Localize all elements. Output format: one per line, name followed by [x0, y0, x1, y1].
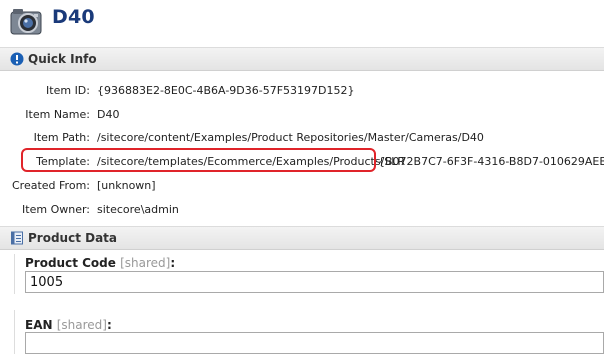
created-from-value: [unknown]: [97, 179, 156, 192]
ean-colon: :: [106, 318, 112, 332]
info-row-created-from: Created From: [unknown]: [0, 176, 604, 196]
template-id-value: {B072B7C7-6F3F-4316-B8D7-010629AEBEF1}: [378, 155, 604, 168]
ean-label: EAN [shared]:: [25, 318, 112, 332]
product-data-section-header[interactable]: Product Data: [0, 226, 604, 250]
ean-label-text: EAN: [25, 318, 53, 332]
created-from-label: Created From:: [12, 179, 90, 192]
info-row-item-id: Item ID: {936883E2-8E0C-4B6A-9D36-57F531…: [0, 81, 604, 101]
item-title: D40: [52, 6, 95, 28]
item-id-label: Item ID:: [46, 84, 90, 97]
camera-icon: [10, 9, 42, 35]
info-row-item-name: Item Name: D40: [0, 105, 604, 125]
item-owner-label: Item Owner:: [22, 203, 90, 216]
info-row-item-owner: Item Owner: sitecore\admin: [0, 200, 604, 220]
item-id-value: {936883E2-8E0C-4B6A-9D36-57F53197D152}: [97, 84, 355, 97]
product-code-label: Product Code [shared]:: [25, 256, 175, 270]
product-data-label: Product Data: [28, 231, 118, 245]
product-code-label-text: Product Code: [25, 256, 116, 270]
document-icon: [11, 231, 23, 245]
info-row-item-path: Item Path: /sitecore/content/Examples/Pr…: [0, 128, 604, 148]
item-owner-value: sitecore\admin: [97, 203, 179, 216]
ean-shared-tag: [shared]: [56, 318, 107, 332]
product-code-shared-tag: [shared]: [120, 256, 171, 270]
quick-info-section-header[interactable]: Quick Info: [0, 47, 604, 71]
ean-input[interactable]: [25, 332, 604, 354]
item-name-value: D40: [97, 108, 120, 121]
product-code-input[interactable]: [25, 271, 604, 293]
quick-info-label: Quick Info: [28, 52, 97, 66]
item-path-value: /sitecore/content/Examples/Product Repos…: [97, 131, 484, 144]
template-highlight-box: [21, 148, 376, 172]
item-path-label: Item Path:: [33, 131, 90, 144]
product-code-colon: :: [170, 256, 176, 270]
item-name-label: Item Name:: [25, 108, 90, 121]
info-icon: [10, 52, 24, 66]
item-header: D40: [0, 0, 604, 44]
